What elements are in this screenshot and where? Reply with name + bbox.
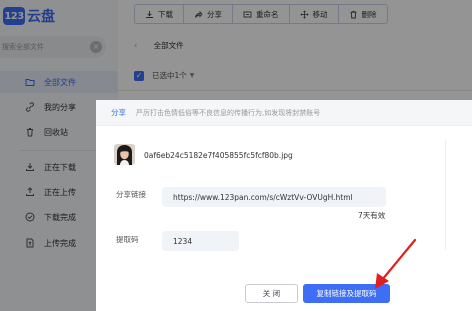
dialog-divider	[445, 140, 446, 250]
share-dialog: 分享 严厉打击色情低俗等不良信息的传播行为,如发现将封禁账号 0af6eb24c…	[96, 100, 472, 311]
tab-share[interactable]: 分享	[111, 107, 126, 118]
dialog-header: 分享 严厉打击色情低俗等不良信息的传播行为,如发现将封禁账号	[96, 100, 472, 126]
link-validity: 7天有效	[358, 211, 386, 220]
extract-code-value: 1234	[173, 236, 193, 246]
copy-link-and-code-button[interactable]: 复制链接及提取码	[303, 284, 390, 303]
file-thumbnail	[114, 144, 135, 165]
file-name: 0af6eb24c5182e7f405855fc5fcf80b.jpg	[144, 151, 293, 160]
extract-code-field[interactable]: 1234	[162, 231, 239, 251]
share-link-value: https://www.123pan.com/s/cWztVv-OVUgH.ht…	[173, 192, 353, 202]
close-button[interactable]: 关 闭	[245, 284, 298, 303]
share-link-label: 分享链接	[116, 190, 146, 199]
content-warning-notice: 严厉打击色情低俗等不良信息的传播行为,如发现将封禁账号	[136, 108, 321, 117]
extract-code-label: 提取码	[116, 235, 139, 244]
share-link-field[interactable]: https://www.123pan.com/s/cWztVv-OVUgH.ht…	[162, 187, 386, 207]
